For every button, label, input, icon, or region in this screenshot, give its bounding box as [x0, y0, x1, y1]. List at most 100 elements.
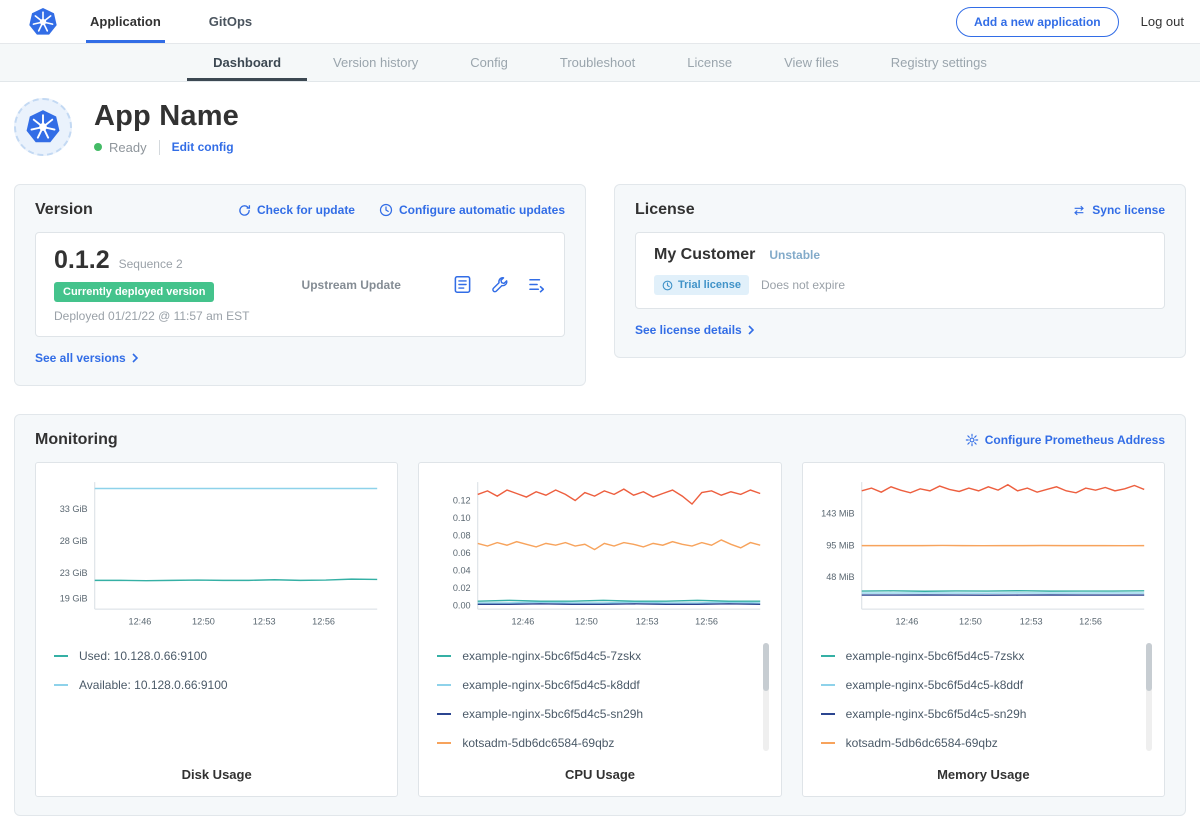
svg-text:12:56: 12:56: [695, 616, 718, 626]
subnav-item-dashboard[interactable]: Dashboard: [187, 44, 307, 81]
cpu-usage-panel: 0.120.100.080.060.040.020.0012:4612:5012…: [418, 462, 781, 797]
legend-item: Used: 10.128.0.66:9100: [54, 641, 369, 670]
license-summary-box: My Customer Unstable Trial license Does …: [635, 232, 1165, 309]
svg-text:0.10: 0.10: [453, 513, 471, 523]
series-color-swatch: [821, 684, 835, 686]
svg-text:12:46: 12:46: [895, 616, 918, 626]
svg-text:95 MiB: 95 MiB: [826, 541, 854, 551]
legend-item: kotsadm-5db6dc6584-69qbz: [437, 728, 752, 757]
customer-name: My Customer: [654, 246, 755, 264]
subnav-item-registry-settings[interactable]: Registry settings: [865, 44, 1013, 81]
svg-text:23 GiB: 23 GiB: [60, 568, 88, 578]
svg-text:33 GiB: 33 GiB: [60, 504, 88, 514]
deployed-timestamp: Deployed 01/21/22 @ 11:57 am EST: [54, 309, 249, 323]
version-card: Version Check for update Configure autom…: [14, 184, 586, 386]
svg-text:12:46: 12:46: [512, 616, 535, 626]
disk-usage-chart: 33 GiB28 GiB23 GiB19 GiB12:4612:5012:531…: [48, 475, 385, 631]
top-navbar: Application GitOps Add a new application…: [0, 0, 1200, 44]
trial-license-badge: Trial license: [654, 275, 749, 295]
sync-license-link[interactable]: Sync license: [1072, 203, 1165, 217]
configure-automatic-updates-link[interactable]: Configure automatic updates: [379, 203, 565, 217]
chevron-right-icon: [748, 325, 754, 335]
trial-clock-icon: [662, 280, 673, 291]
app-subnav: Dashboard Version history Config Trouble…: [0, 44, 1200, 82]
chart-canvas: 33 GiB28 GiB23 GiB19 GiB12:4612:5012:531…: [48, 475, 385, 631]
tab-gitops[interactable]: GitOps: [205, 0, 256, 43]
legend-label: example-nginx-5bc6f5d4c5-k8ddf: [462, 678, 639, 692]
memory-usage-panel: 143 MiB95 MiB48 MiB12:4612:5012:5312:56 …: [802, 462, 1165, 797]
tab-application[interactable]: Application: [86, 0, 165, 43]
edit-config-link[interactable]: Edit config: [172, 140, 234, 154]
see-license-details-link[interactable]: See license details: [635, 323, 754, 337]
memory-usage-legend: example-nginx-5bc6f5d4c5-7zskx example-ng…: [821, 641, 1136, 757]
svg-text:12:50: 12:50: [192, 616, 215, 626]
view-diff-button[interactable]: [527, 275, 546, 294]
legend-label: example-nginx-5bc6f5d4c5-k8ddf: [846, 678, 1023, 692]
cpu-usage-chart: 0.120.100.080.060.040.020.0012:4612:5012…: [431, 475, 768, 631]
series-color-swatch: [54, 655, 68, 657]
legend-scrollbar[interactable]: [1146, 643, 1152, 751]
svg-text:0.12: 0.12: [453, 496, 471, 506]
legend-item: example-nginx-5bc6f5d4c5-sn29h: [821, 699, 1136, 728]
app-icon: [14, 98, 72, 156]
legend-label: kotsadm-5db6dc6584-69qbz: [846, 736, 998, 750]
upstream-update-label: Upstream Update: [302, 278, 401, 292]
release-notes-icon: [453, 275, 472, 294]
expiration-text: Does not expire: [761, 278, 845, 292]
top-nav-tabs: Application GitOps: [86, 0, 296, 43]
svg-text:0.04: 0.04: [453, 566, 471, 576]
svg-text:19 GiB: 19 GiB: [60, 593, 88, 603]
legend-label: example-nginx-5bc6f5d4c5-7zskx: [462, 649, 641, 663]
refresh-icon: [238, 204, 251, 217]
release-notes-button[interactable]: [453, 275, 472, 294]
chart-canvas: 143 MiB95 MiB48 MiB12:4612:5012:5312:56: [815, 475, 1152, 631]
svg-text:12:50: 12:50: [575, 616, 598, 626]
svg-text:12:46: 12:46: [129, 616, 152, 626]
memory-usage-chart: 143 MiB95 MiB48 MiB12:4612:5012:5312:56: [815, 475, 1152, 631]
license-card: License Sync license My Customer Unstabl…: [614, 184, 1186, 358]
configure-prometheus-link[interactable]: Configure Prometheus Address: [965, 433, 1165, 447]
currently-deployed-badge: Currently deployed version: [54, 282, 214, 302]
scrollbar-thumb[interactable]: [1146, 643, 1152, 691]
version-card-title: Version: [35, 201, 93, 219]
legend-item: example-nginx-5bc6f5d4c5-7zskx: [821, 641, 1136, 670]
svg-text:0.08: 0.08: [453, 531, 471, 541]
svg-text:143 MiB: 143 MiB: [821, 509, 854, 519]
chart-title: CPU Usage: [431, 757, 768, 782]
check-for-update-link[interactable]: Check for update: [238, 203, 355, 217]
see-all-versions-link[interactable]: See all versions: [35, 351, 138, 365]
series-color-swatch: [821, 655, 835, 657]
subnav-item-license[interactable]: License: [661, 44, 758, 81]
svg-text:12:50: 12:50: [959, 616, 982, 626]
chevron-right-icon: [132, 353, 138, 363]
legend-label: example-nginx-5bc6f5d4c5-sn29h: [846, 707, 1027, 721]
series-color-swatch: [437, 655, 451, 657]
monitoring-card: Monitoring Configure Prometheus Address …: [14, 414, 1186, 816]
ready-status-dot: [94, 143, 102, 151]
svg-text:0.00: 0.00: [453, 601, 471, 611]
scrollbar-thumb[interactable]: [763, 643, 769, 691]
app-header: App Name Ready Edit config: [0, 82, 1200, 176]
svg-text:12:53: 12:53: [253, 616, 276, 626]
svg-text:28 GiB: 28 GiB: [60, 536, 88, 546]
legend-item: kotsadm-5db6dc6584-69qbz: [821, 728, 1136, 757]
subnav-item-version-history[interactable]: Version history: [307, 44, 444, 81]
legend-item: example-nginx-5bc6f5d4c5-7zskx: [437, 641, 752, 670]
legend-label: Available: 10.128.0.66:9100: [79, 678, 228, 692]
logout-link[interactable]: Log out: [1141, 14, 1184, 29]
subnav-item-view-files[interactable]: View files: [758, 44, 865, 81]
app-name-title: App Name: [94, 100, 239, 133]
subnav-item-config[interactable]: Config: [444, 44, 534, 81]
channel-label: Unstable: [769, 248, 820, 262]
legend-label: kotsadm-5db6dc6584-69qbz: [462, 736, 614, 750]
svg-text:48 MiB: 48 MiB: [826, 572, 854, 582]
svg-text:0.02: 0.02: [453, 583, 471, 593]
config-tool-button[interactable]: [490, 275, 509, 294]
wrench-icon: [490, 275, 509, 294]
add-new-application-button[interactable]: Add a new application: [956, 7, 1119, 37]
series-color-swatch: [437, 684, 451, 686]
legend-item: Available: 10.128.0.66:9100: [54, 670, 369, 699]
cpu-usage-legend: example-nginx-5bc6f5d4c5-7zskx example-ng…: [437, 641, 752, 757]
legend-scrollbar[interactable]: [763, 643, 769, 751]
subnav-item-troubleshoot[interactable]: Troubleshoot: [534, 44, 661, 81]
